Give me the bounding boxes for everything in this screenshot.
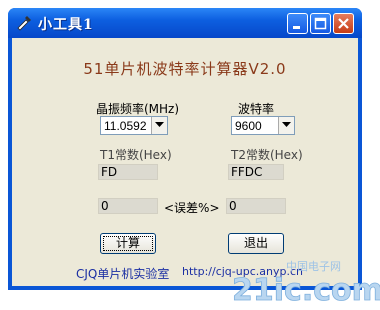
- left-error-field: 0: [98, 198, 158, 214]
- maximize-icon: [314, 17, 327, 30]
- watermark-subtitle: 中国电子网: [286, 260, 341, 273]
- watermark-text: 21ic.com: [232, 273, 380, 304]
- minimize-icon: [293, 26, 300, 29]
- app-heading: 51单片机波特率计算器V2.0: [83, 60, 287, 78]
- dropdown-arrow-icon: [155, 122, 164, 127]
- t2-value: FFDC: [231, 165, 263, 179]
- close-icon: [338, 18, 349, 29]
- t2-field: FFDC: [228, 164, 284, 180]
- dropdown-arrow-icon: [282, 122, 291, 127]
- baud-label: 波特率: [238, 102, 275, 116]
- left-error-value: 0: [101, 199, 109, 213]
- crystal-select[interactable]: 11.0592: [100, 116, 168, 135]
- close-button[interactable]: [333, 13, 354, 34]
- t1-value: FD: [101, 165, 118, 179]
- app-window: 小工具1 51单片机波特率计算器V2.0 晶振频率(MHz) 11.0592 波…: [8, 8, 362, 290]
- exit-button[interactable]: 退出: [228, 233, 284, 254]
- title-bar[interactable]: 小工具1: [8, 8, 362, 38]
- baud-select[interactable]: 9600: [231, 116, 295, 135]
- window-title: 小工具1: [38, 17, 94, 33]
- minimize-button[interactable]: [287, 13, 308, 34]
- crystal-label: 晶振频率(MHz): [96, 102, 180, 116]
- site-watermark: 中国电子网 21ic.com: [232, 260, 380, 304]
- right-error-value: 0: [229, 199, 237, 213]
- crystal-value: 11.0592: [104, 119, 147, 133]
- lab-name: CJQ单片机实验室: [76, 267, 170, 281]
- baud-dropdown-button[interactable]: [278, 117, 294, 134]
- calculate-button[interactable]: 计算: [100, 233, 156, 254]
- crystal-dropdown-button[interactable]: [151, 117, 167, 134]
- right-error-field: 0: [226, 198, 286, 214]
- t2-label: T2常数(Hex): [231, 148, 303, 162]
- error-label: <误差%>: [164, 201, 220, 215]
- client-area: 51单片机波特率计算器V2.0 晶振频率(MHz) 11.0592 波特率 96…: [12, 38, 358, 286]
- t1-label: T1常数(Hex): [100, 148, 172, 162]
- t1-field: FD: [98, 164, 158, 180]
- app-icon: [17, 16, 31, 31]
- maximize-button[interactable]: [310, 13, 331, 34]
- baud-value: 9600: [235, 119, 262, 133]
